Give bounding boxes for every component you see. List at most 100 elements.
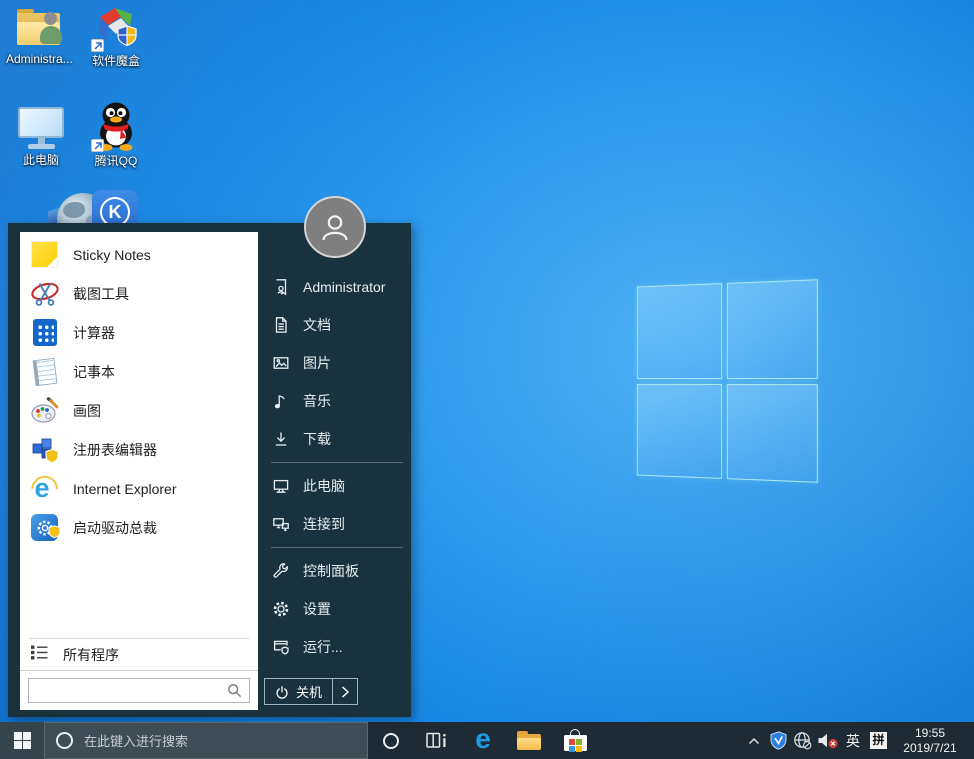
menu-item-connect-to[interactable]: 连接到 bbox=[258, 505, 405, 543]
menu-item-music[interactable]: 音乐 bbox=[258, 382, 405, 420]
desktop-icon-label: 此电脑 bbox=[22, 153, 59, 167]
menu-item-label: 图片 bbox=[303, 355, 331, 371]
music-icon bbox=[271, 392, 291, 410]
menu-item-label: 音乐 bbox=[303, 393, 331, 409]
cortana-button[interactable] bbox=[368, 722, 414, 759]
shutdown-label: 关机 bbox=[296, 685, 323, 700]
registry-editor-icon bbox=[29, 434, 60, 465]
menu-item-label: 文档 bbox=[303, 317, 331, 333]
menu-item-settings[interactable]: 设置 bbox=[258, 590, 405, 628]
desktop-icon-administrator[interactable]: Administra... bbox=[6, 6, 73, 66]
menu-item-label: 启动驱动总裁 bbox=[73, 519, 157, 536]
system-tray: 英 拼 19:55 2019/7/21 bbox=[742, 722, 974, 759]
taskbar: 在此键入进行搜索 e 英 拼 19:55 2019/7/21 bbox=[0, 722, 974, 759]
documents-icon bbox=[271, 316, 291, 334]
menu-item-run[interactable]: 运行... bbox=[258, 628, 405, 666]
folder-icon bbox=[517, 731, 541, 750]
tray-ime-indicator[interactable]: 拼 bbox=[870, 732, 887, 749]
menu-item-internet-explorer[interactable]: e Internet Explorer bbox=[20, 469, 258, 508]
start-menu-programs-panel: Sticky Notes 截图工具 计算器 记事本 画图 注册表编辑器 e In… bbox=[20, 232, 258, 710]
tray-volume[interactable] bbox=[814, 722, 841, 759]
user-folder-icon bbox=[14, 6, 64, 50]
all-programs-label: 所有程序 bbox=[63, 646, 119, 663]
menu-item-label: 连接到 bbox=[303, 516, 345, 532]
taskbar-search-placeholder: 在此键入进行搜索 bbox=[84, 734, 189, 749]
shortcut-arrow-icon bbox=[91, 139, 104, 152]
sticky-notes-icon bbox=[29, 239, 60, 270]
desktop: Administra... 软件魔盒 此电脑 腾讯QQ K Sticky Not… bbox=[0, 0, 974, 759]
settings-gear-icon bbox=[271, 600, 291, 618]
start-button[interactable] bbox=[0, 722, 44, 759]
desktop-icon-software-magic-box[interactable]: 软件魔盒 bbox=[83, 4, 149, 68]
shortcut-arrow-icon bbox=[91, 39, 104, 52]
tray-clock[interactable]: 19:55 2019/7/21 bbox=[892, 726, 968, 756]
shutdown-button[interactable]: 关机 bbox=[264, 678, 359, 705]
notepad-icon bbox=[29, 356, 60, 387]
start-menu-search-input[interactable] bbox=[28, 678, 250, 703]
pictures-icon bbox=[271, 354, 291, 372]
menu-item-notepad[interactable]: 记事本 bbox=[20, 352, 258, 391]
menu-item-sticky-notes[interactable]: Sticky Notes bbox=[20, 235, 258, 274]
speaker-muted-icon bbox=[818, 733, 838, 749]
menu-item-label: 记事本 bbox=[73, 363, 115, 380]
menu-item-downloads[interactable]: 下载 bbox=[258, 420, 405, 458]
computer-icon bbox=[14, 105, 68, 151]
logo-pane bbox=[726, 383, 818, 483]
logo-pane bbox=[636, 383, 722, 479]
desktop-icon-label: Administra... bbox=[6, 52, 73, 66]
start-menu: Sticky Notes 截图工具 计算器 记事本 画图 注册表编辑器 e In… bbox=[8, 196, 411, 717]
driver-director-icon bbox=[29, 512, 61, 543]
menu-item-calculator[interactable]: 计算器 bbox=[20, 313, 258, 352]
file-explorer-button[interactable] bbox=[506, 722, 552, 759]
user-avatar[interactable] bbox=[304, 196, 366, 258]
logo-pane bbox=[726, 279, 818, 379]
menu-item-pictures[interactable]: 图片 bbox=[258, 344, 405, 382]
menu-item-this-pc[interactable]: 此电脑 bbox=[258, 467, 405, 505]
microsoft-store-button[interactable] bbox=[552, 722, 598, 759]
menu-item-paint[interactable]: 画图 bbox=[20, 391, 258, 430]
shutdown-main[interactable]: 关机 bbox=[265, 679, 332, 704]
menu-item-driver-director[interactable]: 启动驱动总裁 bbox=[20, 508, 258, 547]
edge-button[interactable]: e bbox=[460, 722, 506, 759]
menu-item-label: 下载 bbox=[303, 431, 331, 447]
tray-network-status[interactable] bbox=[790, 722, 814, 759]
software-box-icon bbox=[91, 4, 141, 52]
start-menu-places-panel: Administrator 文档 图片 音乐 下载 此电脑 连接到 控制面板 设… bbox=[258, 196, 411, 717]
menu-item-user-administrator[interactable]: Administrator bbox=[258, 268, 405, 306]
this-pc-icon bbox=[271, 477, 291, 495]
menu-item-label: 截图工具 bbox=[73, 285, 129, 302]
shield-icon bbox=[770, 731, 786, 750]
tray-show-hidden-icons[interactable] bbox=[742, 722, 766, 759]
tray-language-indicator[interactable]: 英 bbox=[841, 731, 865, 751]
person-icon bbox=[322, 215, 348, 241]
menu-item-label: 画图 bbox=[73, 402, 101, 419]
menu-item-control-panel[interactable]: 控制面板 bbox=[258, 552, 405, 590]
internet-explorer-icon: e bbox=[25, 469, 63, 508]
cortana-ring-icon bbox=[383, 732, 399, 749]
run-icon bbox=[271, 638, 291, 656]
chevron-up-icon bbox=[748, 737, 760, 744]
desktop-icon-tencent-qq[interactable]: 腾讯QQ bbox=[83, 98, 149, 168]
windows-logo-icon bbox=[13, 732, 31, 749]
taskbar-search-box[interactable]: 在此键入进行搜索 bbox=[44, 722, 368, 759]
store-bag-icon bbox=[563, 729, 587, 752]
menu-item-documents[interactable]: 文档 bbox=[258, 306, 405, 344]
calculator-icon bbox=[29, 317, 60, 348]
tray-time: 19:55 bbox=[914, 725, 946, 740]
search-icon bbox=[228, 684, 242, 698]
desktop-icon-this-pc[interactable]: 此电脑 bbox=[8, 105, 74, 167]
tray-date: 2019/7/21 bbox=[903, 740, 957, 755]
snipping-tool-icon bbox=[29, 278, 60, 309]
downloads-icon bbox=[271, 430, 291, 448]
menu-item-snipping-tool[interactable]: 截图工具 bbox=[20, 274, 258, 313]
menu-item-label: 此电脑 bbox=[303, 478, 345, 494]
user-icon bbox=[271, 278, 291, 296]
task-view-button[interactable] bbox=[414, 722, 460, 759]
power-icon bbox=[276, 685, 288, 699]
tray-security-shield[interactable] bbox=[766, 722, 790, 759]
desktop-icon-label: 软件魔盒 bbox=[91, 54, 140, 68]
menu-item-registry-editor[interactable]: 注册表编辑器 bbox=[20, 430, 258, 469]
all-programs-button[interactable]: 所有程序 bbox=[20, 639, 258, 670]
shutdown-options-button[interactable] bbox=[333, 679, 357, 704]
paint-icon bbox=[29, 395, 60, 426]
